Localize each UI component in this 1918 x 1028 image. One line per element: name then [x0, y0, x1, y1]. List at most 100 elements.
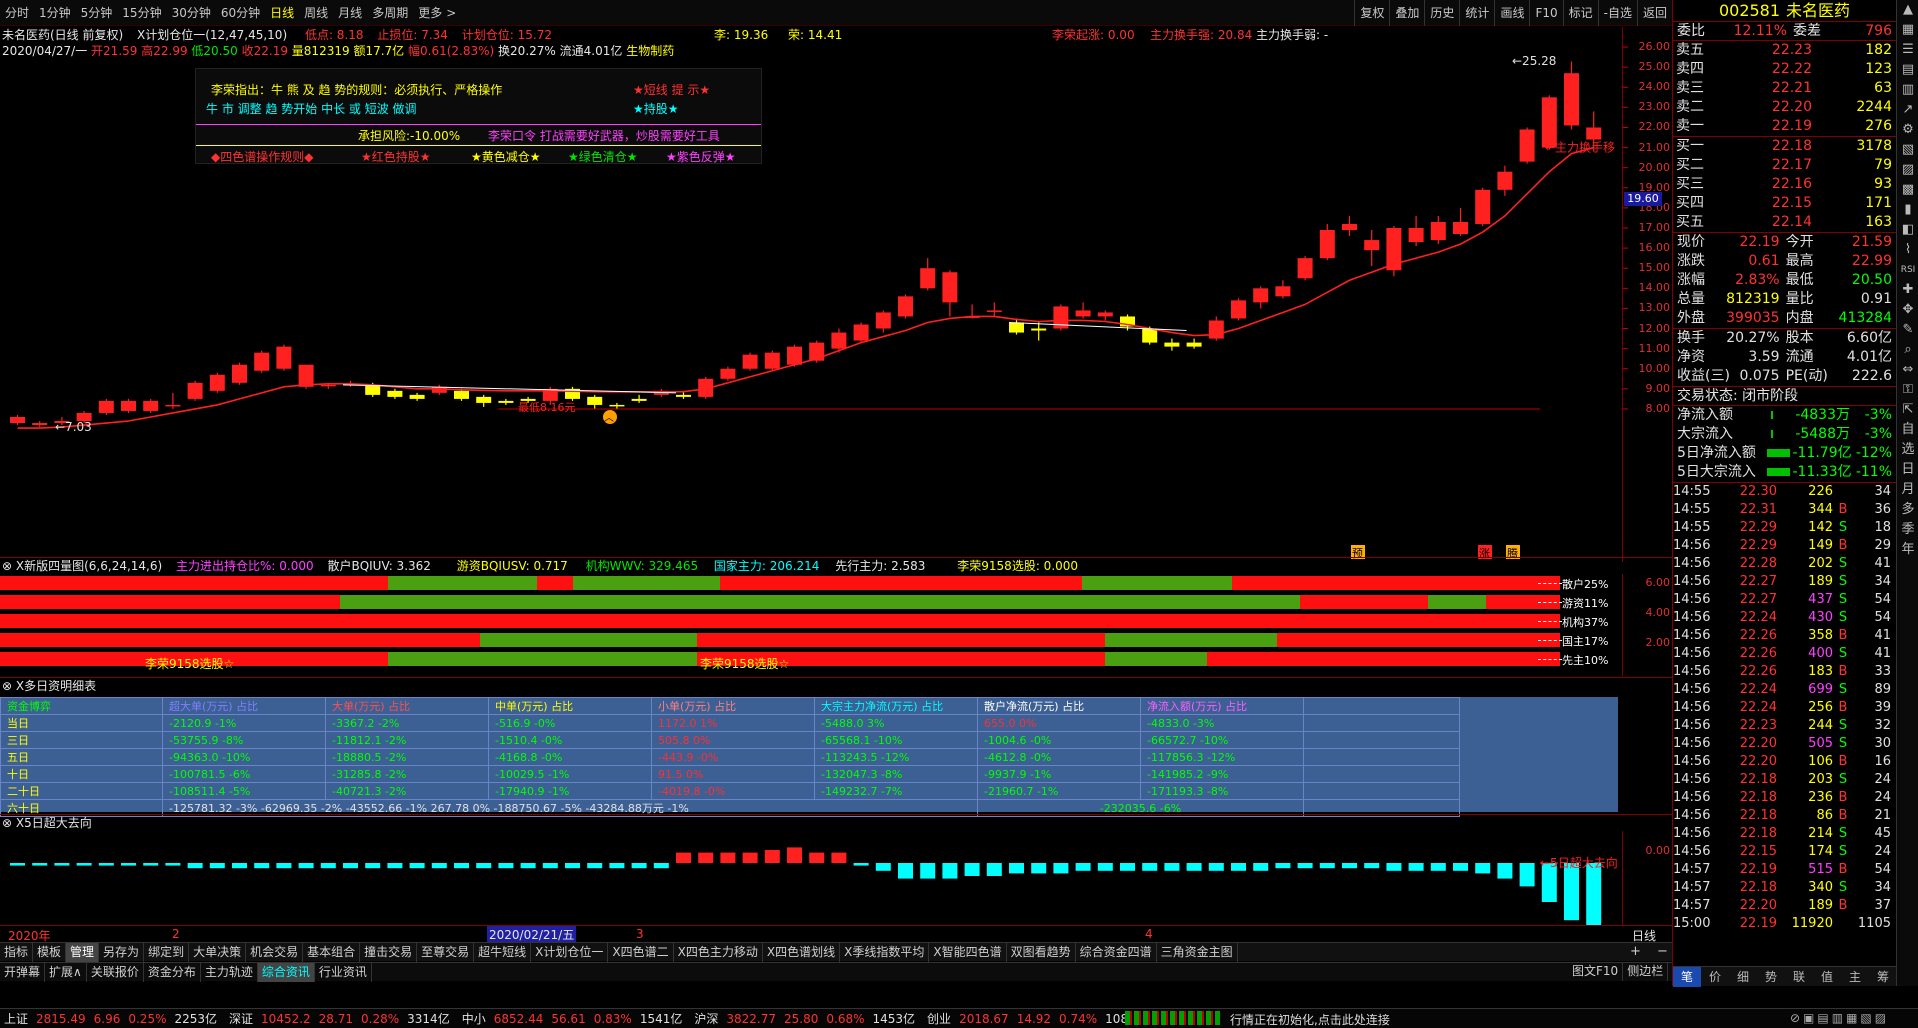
zoom-in-icon[interactable]: + — [1630, 944, 1641, 959]
indicator-tab[interactable]: X智能四色谱 — [929, 942, 1007, 962]
indicator-tab[interactable]: 模板 — [33, 942, 67, 962]
indicator-tab[interactable]: 大单决策 — [189, 942, 247, 962]
order-book-row[interactable]: 买四 22.15 171 — [1673, 194, 1896, 213]
indicator-tab[interactable]: 绑定到 — [144, 942, 190, 962]
tool-button[interactable]: 标记 — [1562, 0, 1598, 26]
period-tab[interactable]: 1分钟 — [34, 0, 76, 26]
quote-panel-tab[interactable]: 值 — [1813, 967, 1841, 987]
four-volume-title[interactable]: X新版四量图(6,6,24,14,6) — [16, 559, 162, 573]
index-quote[interactable]: 上证 2815.49 6.96 0.25% 2253亿 — [0, 1010, 217, 1027]
order-book-row[interactable]: 卖三 22.21 63 — [1673, 79, 1896, 98]
tool-button[interactable]: 返回 — [1636, 0, 1672, 26]
settings-icon[interactable]: ⚙ — [1897, 120, 1918, 140]
period-tab[interactable]: 多周期 — [367, 0, 413, 26]
indicator-tab[interactable]: X四色主力移动 — [674, 942, 763, 962]
status-icons[interactable]: ⊘▣▤▥▦▧▨ — [1790, 1011, 1889, 1025]
pane-toggle-icon[interactable]: ⊗ — [2, 679, 12, 693]
indicator-tab[interactable]: X季线指数平均 — [840, 942, 930, 962]
indicator-tab[interactable]: X四色谱划线 — [763, 942, 841, 962]
shortcut-item[interactable]: 选 — [1897, 440, 1918, 460]
indicator-tab[interactable]: 管理 — [66, 942, 100, 962]
tool-button[interactable]: 复权 — [1354, 0, 1389, 26]
period-tab[interactable]: 30分钟 — [167, 0, 216, 26]
period-tab[interactable]: 周线 — [299, 0, 333, 26]
period-tab[interactable]: 日线 — [265, 0, 299, 26]
tool-button[interactable]: 统计 — [1459, 0, 1494, 26]
f10-tab[interactable]: 图文F10 — [1568, 962, 1624, 981]
info-tab[interactable]: 开弹幕 — [0, 962, 46, 982]
info-tab[interactable]: 行业资讯 — [315, 962, 372, 982]
tick-list[interactable]: 14:55 22.30 226 34 14:55 22.31 344 B 36 14:55 22.2… — [1673, 483, 1896, 933]
scroll-up-icon[interactable]: ▲ — [1897, 0, 1918, 20]
quote-panel-tab[interactable]: 筹 — [1869, 967, 1897, 987]
order-book-row[interactable]: 买五 22.14 163 — [1673, 213, 1896, 232]
order-book-row[interactable]: 买三 22.16 93 — [1673, 175, 1896, 194]
indicator-tab[interactable]: 撞击交易 — [360, 942, 418, 962]
bars-icon[interactable]: ▮ — [1897, 200, 1918, 220]
quote-panel-tab[interactable]: 价 — [1701, 967, 1729, 987]
order-book-row[interactable]: 买一 22.18 3178 — [1673, 137, 1896, 156]
zoom-icon[interactable]: ⌕ — [1897, 340, 1918, 360]
indicator-tab[interactable]: 综合资金四谱 — [1076, 942, 1157, 962]
info-tab[interactable]: 主力轨迹 — [201, 962, 258, 982]
candlestick-chart[interactable]: ←25.28←7.03←主力换手移最低8.16元︿预涨腾 — [0, 27, 1672, 562]
index-quote[interactable]: 沪深 3822.77 25.80 0.68% 1453亿 — [690, 1010, 915, 1027]
fund-table-title[interactable]: X多日资明细表 — [16, 679, 96, 693]
pane-toggle-icon[interactable]: ⊗ — [2, 559, 12, 573]
page-icon[interactable]: ▨ — [1897, 160, 1918, 180]
connection-status[interactable]: 行情正在初始化,点击此处连接 — [1230, 1011, 1390, 1028]
indicator-tab[interactable]: 另存为 — [99, 942, 145, 962]
tool-button[interactable]: -自选 — [1597, 0, 1637, 26]
four-volume-bars[interactable]: 散户25% 游资11% 机构37% 国主17% 先主10% 李荣9158选股☆ 李荣9158… — [0, 576, 1622, 676]
candle-icon[interactable]: ◧ — [1897, 220, 1918, 240]
shortcut-item[interactable]: 自 — [1897, 420, 1918, 440]
indicator-tab[interactable]: 超牛短线 — [474, 942, 532, 962]
crosshair-icon[interactable]: ✚ — [1897, 280, 1918, 300]
zoom-out-icon[interactable]: − — [1657, 944, 1668, 959]
sidebar-tab[interactable]: 侧边栏 — [1623, 962, 1669, 981]
order-book-row[interactable]: 卖五 22.23 182 — [1673, 41, 1896, 60]
rsi-icon[interactable]: RSI — [1897, 260, 1918, 280]
order-book-row[interactable]: 卖一 22.19 276 — [1673, 117, 1896, 136]
order-book-row[interactable]: 卖二 22.20 2244 — [1673, 98, 1896, 117]
grid-icon[interactable]: ▥ — [1897, 80, 1918, 100]
export-icon[interactable]: ⇱ — [1897, 400, 1918, 420]
pencil-icon[interactable]: ✎ — [1897, 320, 1918, 340]
tool-button[interactable]: 画线 — [1494, 0, 1529, 26]
fit-icon[interactable]: ⇔ — [1897, 360, 1918, 380]
period-tab[interactable]: 分时 — [0, 0, 34, 26]
indicator-tab[interactable]: 双图看趋势 — [1007, 942, 1076, 962]
tool-button[interactable]: F10 — [1529, 0, 1562, 26]
indicator-tab[interactable]: 至尊交易 — [417, 942, 475, 962]
pane-toggle-icon[interactable]: ⊗ — [2, 816, 12, 830]
quote-panel-tab[interactable]: 主 — [1841, 967, 1869, 987]
indicator-tab[interactable]: X四色谱二 — [608, 942, 674, 962]
info-tab[interactable]: 综合资讯 — [257, 962, 315, 982]
order-book-row[interactable]: 买二 22.17 79 — [1673, 156, 1896, 175]
chart-icon[interactable]: ▤ — [1897, 60, 1918, 80]
quote-panel-tab[interactable]: 细 — [1729, 967, 1757, 987]
period-tab[interactable]: 60分钟 — [216, 0, 265, 26]
more-arrow-icon[interactable]: > — [441, 0, 461, 26]
tool-button[interactable]: 历史 — [1424, 0, 1459, 26]
indicator-tab[interactable]: 基本组合 — [303, 942, 361, 962]
period-tab[interactable]: 月线 — [333, 0, 367, 26]
shortcut-item[interactable]: 日 — [1897, 460, 1918, 480]
trend-icon[interactable]: ↗ — [1897, 100, 1918, 120]
info-tab[interactable]: 资金分布 — [144, 962, 201, 982]
line-icon[interactable]: ⌇ — [1897, 240, 1918, 260]
list-icon[interactable]: ☰ — [1897, 40, 1918, 60]
shortcut-item[interactable]: 多 — [1897, 500, 1918, 520]
quote-panel-tab[interactable]: 笔 — [1673, 966, 1701, 987]
x5-title[interactable]: X5日超大去向 — [16, 816, 92, 830]
quote-panel-tab[interactable]: 联 — [1785, 967, 1813, 987]
period-tab[interactable]: 5分钟 — [76, 0, 118, 26]
x5-chart[interactable]: ←5日超大去向 — [0, 831, 1622, 925]
indicator-tab[interactable]: X计划仓位一 — [531, 942, 609, 962]
indicator-tab[interactable]: 指标 — [0, 942, 34, 962]
order-book-row[interactable]: 卖四 22.22 123 — [1673, 60, 1896, 79]
table-icon[interactable]: ▩ — [1897, 180, 1918, 200]
index-quote[interactable]: 创业2018.6714.920.74%1081亿 — [923, 1010, 1148, 1027]
period-tab[interactable]: 15分钟 — [117, 0, 166, 26]
tool-button[interactable]: 叠加 — [1389, 0, 1424, 26]
